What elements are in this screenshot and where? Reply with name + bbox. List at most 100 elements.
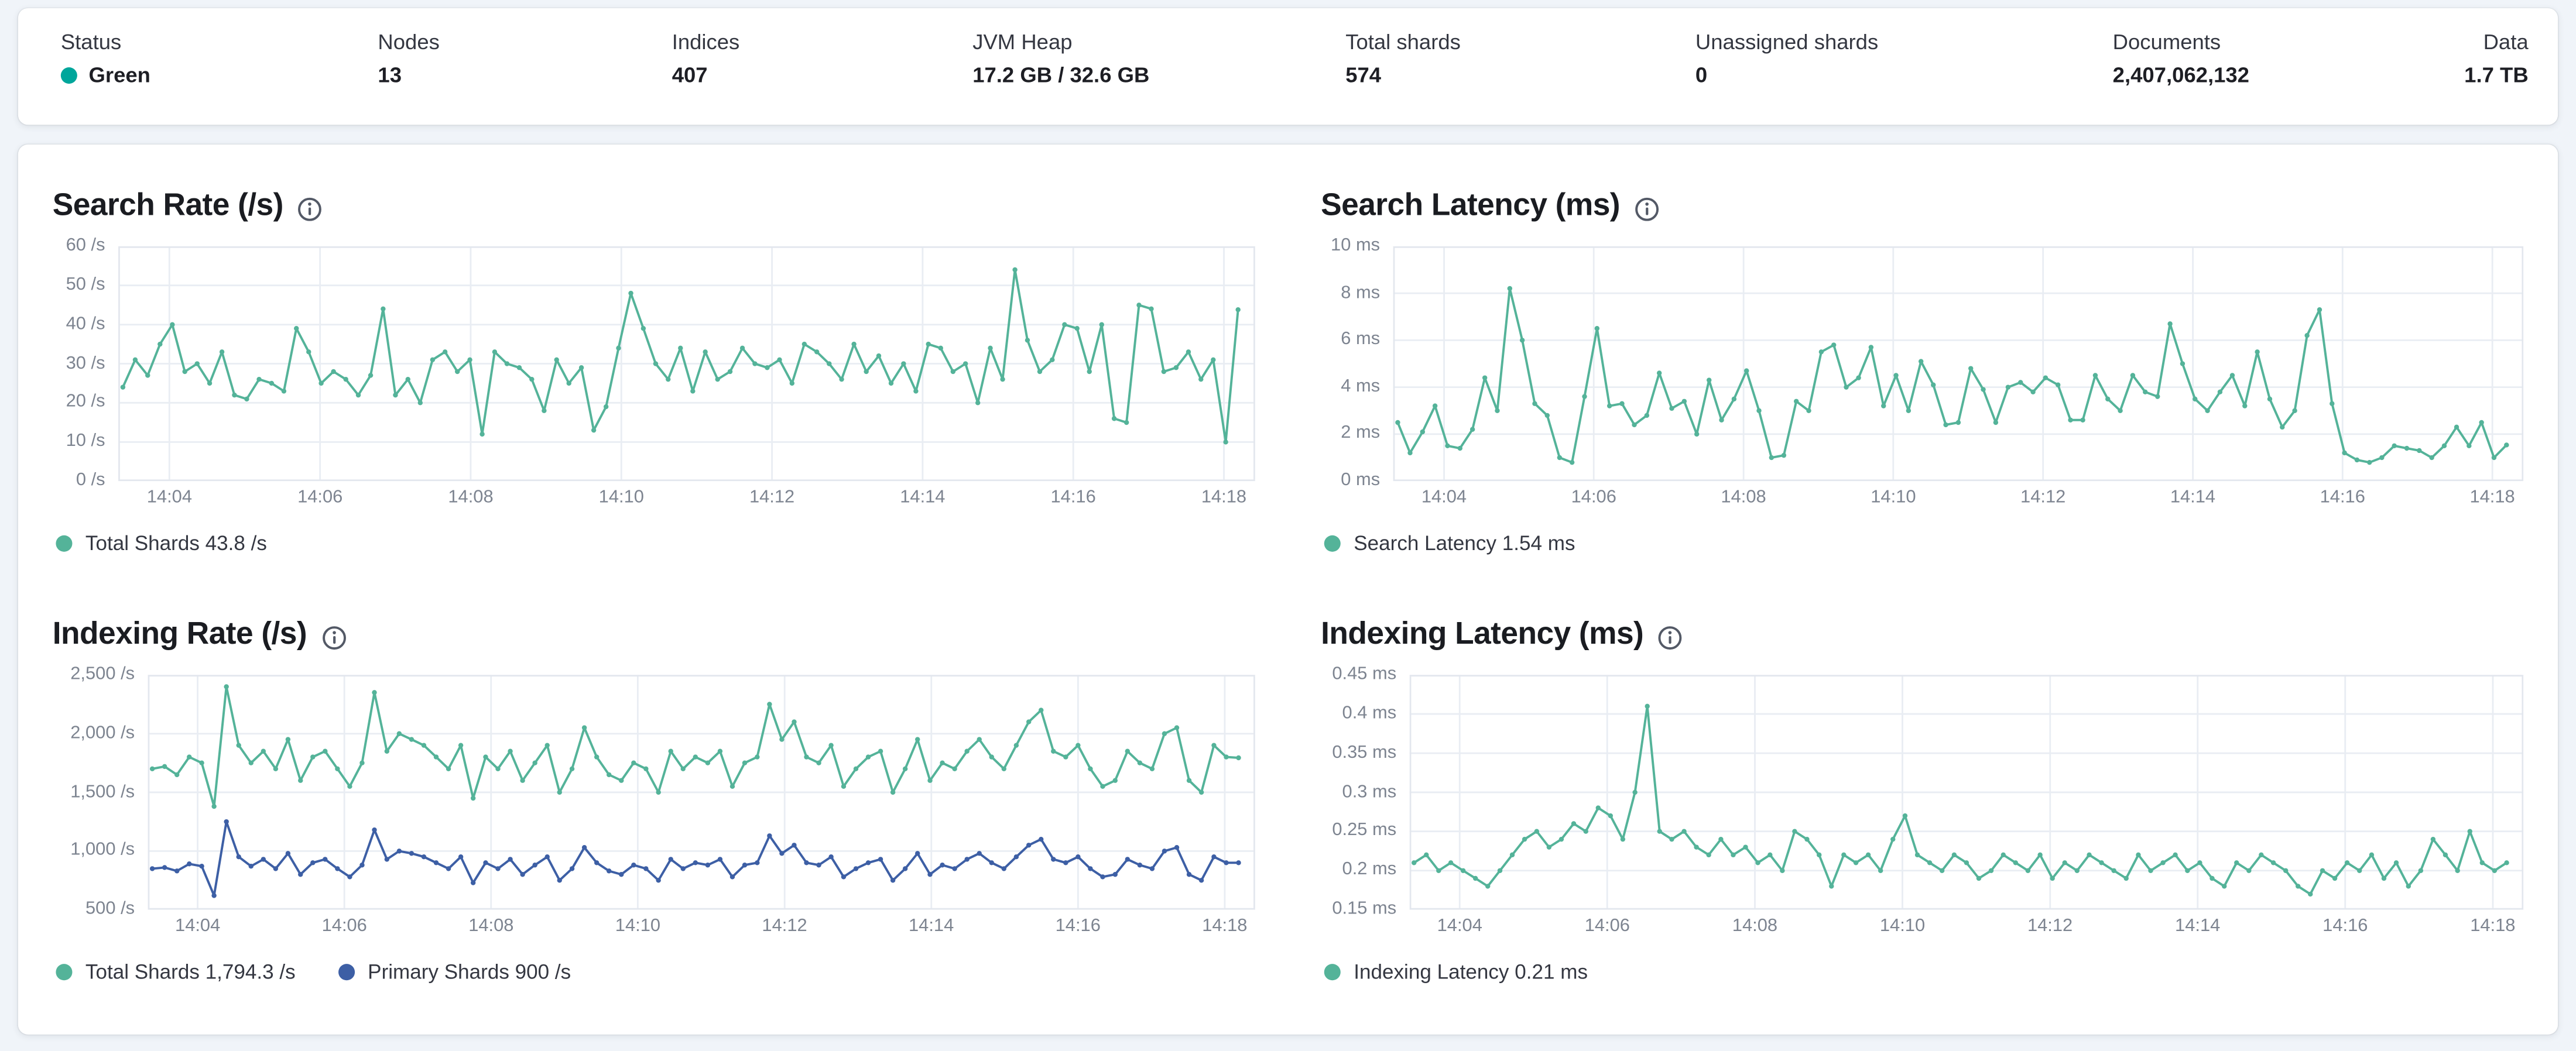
y-tick-label: 2,000 /s — [70, 723, 135, 743]
y-axis: 0.15 ms 0.2 ms 0.25 ms 0.3 ms 0.35 ms 0.4 ms 0… — [1321, 665, 1410, 918]
x-axis: 14:04 14:06 14:08 14:10 14:12 14:14 14:16 14:18 — [1393, 481, 2524, 511]
y-tick-label: 0.15 ms — [1332, 899, 1397, 919]
x-tick-label: 14:18 — [2469, 487, 2515, 508]
x-tick-label: 14:18 — [1202, 916, 1248, 936]
legend-label: Search Latency 1.54 ms — [1354, 532, 1575, 555]
chart-canvas — [118, 246, 1255, 482]
stat-label: Nodes — [378, 29, 440, 54]
x-tick-label: 14:08 — [448, 487, 494, 508]
legend-item[interactable]: Indexing Latency 0.21 ms — [1324, 959, 1588, 985]
y-tick-label: 8 ms — [1341, 282, 1381, 303]
stat-label: Unassigned shards — [1695, 29, 1879, 54]
legend-dot — [56, 535, 73, 552]
legend-label: Indexing Latency 0.21 ms — [1354, 960, 1588, 984]
x-tick-label: 14:16 — [1055, 916, 1101, 936]
chart-search-rate: Search Rate (/s) 0 /s 10 /s 20 /s 30 /s 40 /… — [53, 187, 1255, 557]
chart-plot[interactable] — [1409, 675, 2524, 910]
x-axis: 14:04 14:06 14:08 14:10 14:12 14:14 14:16 14:18 — [1410, 910, 2524, 940]
y-axis: 0 ms 2 ms 4 ms 6 ms 8 ms 10 ms — [1321, 236, 1393, 489]
info-icon[interactable] — [321, 625, 346, 650]
y-axis: 0 /s 10 /s 20 /s 30 /s 40 /s 50 /s 60 /s — [53, 236, 118, 489]
y-tick-label: 500 /s — [85, 899, 135, 919]
x-tick-label: 14:14 — [909, 916, 954, 936]
x-tick-label: 14:16 — [2322, 916, 2368, 936]
stat-label: JVM Heap — [972, 29, 1073, 54]
x-tick-label: 14:08 — [1721, 487, 1766, 508]
y-tick-label: 0 ms — [1341, 470, 1381, 490]
cluster-stats-bar: Status Green Nodes 13 Indices 407 JVM He… — [18, 8, 2558, 125]
y-tick-label: 60 /s — [66, 235, 105, 256]
chart-indexing-latency: Indexing Latency (ms) 0.15 ms 0.2 ms 0.25 … — [1321, 616, 2524, 985]
stat-jvm-heap: JVM Heap 17.2 GB / 32.6 GB — [972, 29, 1345, 88]
chart-legend: Total Shards 1,794.3 /s Primary Shards 90… — [56, 959, 1255, 985]
y-tick-label: 0.3 ms — [1342, 781, 1397, 802]
legend-dot — [1324, 964, 1341, 981]
legend-label: Total Shards 1,794.3 /s — [85, 960, 296, 984]
y-tick-label: 1,000 /s — [70, 840, 135, 860]
legend-dot — [338, 964, 355, 981]
chart-area: 0.15 ms 0.2 ms 0.25 ms 0.3 ms 0.35 ms 0.4 ms 0… — [1321, 665, 2524, 918]
x-tick-label: 14:12 — [2027, 916, 2073, 936]
stat-value: 574 — [1345, 62, 1382, 87]
x-tick-label: 14:10 — [1871, 487, 1916, 508]
legend-label: Primary Shards 900 /s — [368, 960, 571, 984]
y-tick-label: 0.45 ms — [1332, 664, 1397, 684]
x-tick-label: 14:08 — [1732, 916, 1778, 936]
y-tick-label: 0.25 ms — [1332, 820, 1397, 841]
stat-status: Status Green — [60, 29, 378, 88]
x-tick-label: 14:04 — [146, 487, 193, 508]
legend-item[interactable]: Primary Shards 900 /s — [338, 959, 571, 985]
x-tick-label: 14:14 — [2175, 916, 2221, 936]
chart-legend: Indexing Latency 0.21 ms — [1324, 959, 2523, 985]
legend-item[interactable]: Search Latency 1.54 ms — [1324, 530, 1575, 557]
stat-label: Status — [60, 29, 122, 54]
legend-label: Total Shards 43.8 /s — [85, 532, 267, 555]
chart-canvas — [148, 675, 1255, 910]
legend-item[interactable]: Total Shards 43.8 /s — [56, 530, 267, 557]
chart-canvas — [1409, 675, 2524, 910]
x-axis: 14:04 14:06 14:08 14:10 14:12 14:14 14:16 14:18 — [148, 910, 1255, 940]
y-tick-label: 30 /s — [66, 353, 105, 373]
chart-plot[interactable] — [118, 246, 1255, 482]
charts-grid: Search Rate (/s) 0 /s 10 /s 20 /s 30 /s 40 /… — [53, 187, 2524, 985]
info-icon[interactable] — [298, 196, 323, 221]
x-tick-label: 14:10 — [1879, 916, 1926, 936]
stat-label: Total shards — [1345, 29, 1461, 54]
x-axis: 14:04 14:06 14:08 14:10 14:12 14:14 14:16 14:18 — [118, 481, 1255, 511]
stat-label: Indices — [672, 29, 740, 54]
x-tick-label: 14:06 — [1571, 487, 1616, 508]
legend-dot — [1324, 535, 1341, 552]
info-icon[interactable] — [1635, 196, 1659, 221]
metrics-panel: Search Rate (/s) 0 /s 10 /s 20 /s 30 /s 40 /… — [18, 144, 2558, 1035]
x-tick-label: 14:08 — [468, 916, 514, 936]
stat-nodes: Nodes 13 — [378, 29, 672, 88]
legend-dot — [56, 964, 73, 981]
chart-indexing-rate: Indexing Rate (/s) 500 /s 1,000 /s 1,500 /… — [53, 616, 1255, 985]
x-tick-label: 14:10 — [598, 487, 644, 508]
y-tick-label: 0.4 ms — [1342, 703, 1397, 723]
legend-item[interactable]: Total Shards 1,794.3 /s — [56, 959, 296, 985]
page: Status Green Nodes 13 Indices 407 JVM He… — [0, 8, 2576, 1051]
x-tick-label: 14:18 — [2470, 916, 2516, 936]
x-tick-label: 14:14 — [2170, 487, 2216, 508]
x-tick-label: 14:10 — [615, 916, 661, 936]
x-tick-label: 14:18 — [1201, 487, 1247, 508]
chart-area: 0 ms 2 ms 4 ms 6 ms 8 ms 10 ms — [1321, 236, 2524, 489]
stat-value: 407 — [672, 62, 708, 87]
chart-legend: Total Shards 43.8 /s — [56, 530, 1255, 557]
chart-title: Search Latency (ms) — [1321, 188, 1621, 224]
y-tick-label: 40 /s — [66, 314, 105, 334]
info-icon[interactable] — [1659, 625, 1683, 650]
chart-area: 0 /s 10 /s 20 /s 30 /s 40 /s 50 /s 60 /s — [53, 236, 1255, 489]
y-tick-label: 10 ms — [1331, 235, 1381, 256]
y-tick-label: 10 /s — [66, 431, 105, 451]
x-tick-label: 14:12 — [749, 487, 795, 508]
stat-indices: Indices 407 — [672, 29, 973, 88]
chart-plot[interactable] — [148, 675, 1255, 910]
chart-area: 500 /s 1,000 /s 1,500 /s 2,000 /s 2,500 /s — [53, 665, 1255, 918]
y-tick-label: 50 /s — [66, 274, 105, 295]
chart-search-latency: Search Latency (ms) 0 ms 2 ms 4 ms 6 ms 8 ms… — [1321, 187, 2524, 557]
chart-plot[interactable] — [1393, 246, 2524, 482]
x-tick-label: 14:12 — [2020, 487, 2066, 508]
stat-data-size: Data 1.7 TB — [2464, 29, 2528, 88]
